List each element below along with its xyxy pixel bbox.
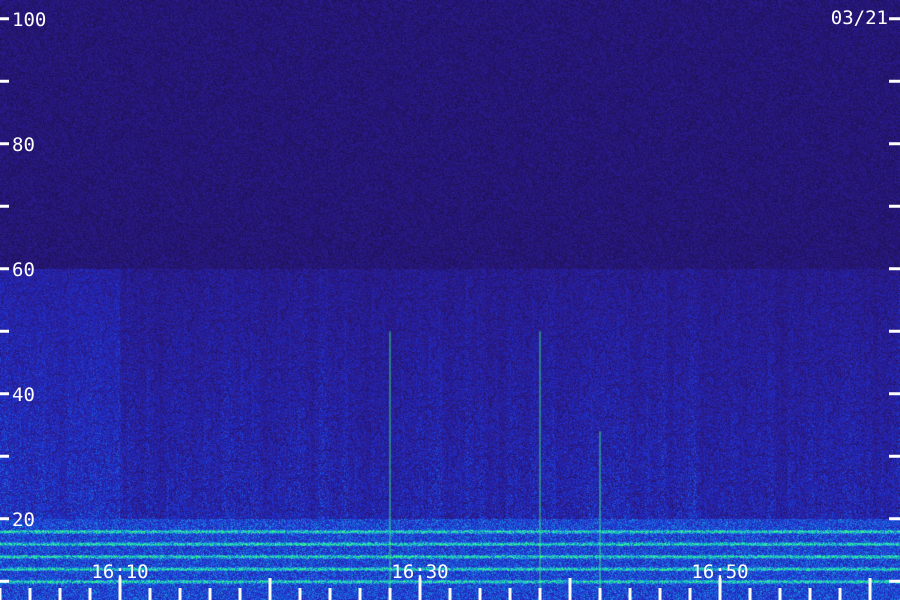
x-tick-label: 16:10	[91, 561, 148, 583]
x-tick-label: 16:30	[391, 561, 448, 583]
date-label: 03/21	[831, 7, 888, 29]
spectrogram-chart: 100 80 60 40 20 16:10 16:30 16:50 03/21	[0, 0, 900, 600]
y-tick-label: 80	[12, 134, 35, 156]
y-tick-label: 100	[12, 9, 46, 31]
x-tick-label: 16:50	[691, 561, 748, 583]
y-tick-label: 40	[12, 384, 35, 406]
y-tick-label: 20	[12, 509, 35, 531]
axis-overlay: 100 80 60 40 20 16:10 16:30 16:50 03/21	[0, 7, 900, 600]
y-tick-label: 60	[12, 259, 35, 281]
